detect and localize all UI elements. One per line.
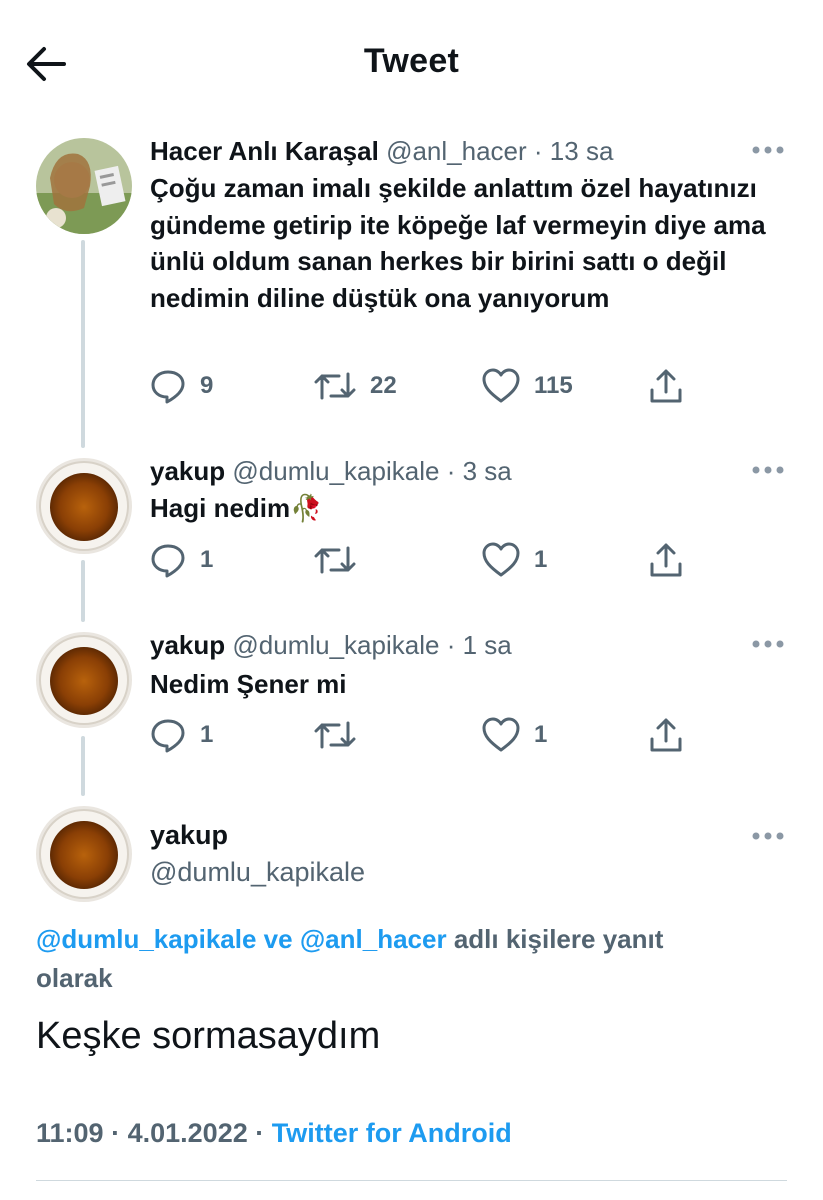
more-icon: [752, 466, 784, 474]
reply-icon: [151, 544, 185, 578]
heart-icon: [482, 542, 520, 577]
avatar[interactable]: [36, 458, 132, 554]
like-button[interactable]: 1: [482, 715, 547, 755]
more-options-button[interactable]: [751, 464, 785, 476]
tweet-text: Nedim Şener mi: [150, 669, 347, 699]
mention-link[interactable]: @dumlu_kapikale: [36, 924, 256, 954]
heart-icon: [482, 717, 520, 752]
author-handle[interactable]: @anl_hacer: [386, 136, 527, 166]
mention-link[interactable]: @anl_hacer: [300, 924, 447, 954]
retweet-button[interactable]: 22: [314, 366, 397, 406]
thread-line: [81, 560, 85, 622]
tweet-header: Hacer Anlı Karaşal @anl_hacer · 13 sa: [150, 136, 613, 167]
more-icon: [752, 832, 784, 840]
share-icon: [650, 369, 682, 403]
share-button[interactable]: [648, 366, 684, 406]
tweet-actions: 1 1: [150, 715, 710, 755]
share-button[interactable]: [648, 715, 684, 755]
more-icon: [752, 146, 784, 154]
like-count: 115: [534, 372, 573, 399]
thread-line: [81, 736, 85, 796]
tweet-time[interactable]: 11:09: [36, 1118, 104, 1148]
reply-button[interactable]: 1: [150, 715, 213, 755]
avatar[interactable]: [36, 806, 132, 902]
tweet-actions: 1 1: [150, 540, 710, 580]
share-icon: [650, 718, 682, 752]
reply-count: 9: [200, 372, 214, 399]
heart-icon: [482, 368, 520, 403]
divider: [36, 1180, 787, 1181]
reply-count: 1: [200, 721, 214, 748]
retweet-icon: [314, 546, 356, 574]
retweet-icon: [314, 372, 356, 400]
top-bar: Tweet: [0, 0, 823, 128]
more-options-button[interactable]: [751, 144, 785, 156]
share-button[interactable]: [648, 540, 684, 580]
reply-icon: [151, 370, 185, 404]
author-name[interactable]: yakup: [150, 820, 228, 851]
separator-dot: ·: [255, 1118, 265, 1148]
more-options-button[interactable]: [751, 638, 785, 650]
replying-to: @dumlu_kapikale ve @anl_hacer adlı kişil…: [36, 920, 736, 998]
avatar[interactable]: [36, 632, 132, 728]
tweet-time[interactable]: 3 sa: [463, 456, 512, 486]
like-count: 1: [534, 721, 548, 748]
retweet-button[interactable]: [314, 540, 370, 580]
tweet-meta: 11:09 · 4.01.2022 · Twitter for Android: [36, 1118, 512, 1149]
author-name[interactable]: Hacer Anlı Karaşal: [150, 136, 379, 166]
tweet-text: Keşke sormasaydım: [36, 1015, 381, 1057]
thread-line: [81, 240, 85, 448]
retweet-count: 22: [370, 372, 397, 399]
tweet-time[interactable]: 1 sa: [463, 630, 512, 660]
retweet-icon: [314, 721, 356, 749]
page-title: Tweet: [363, 42, 460, 80]
separator-dot: ·: [446, 630, 456, 660]
tweet-time[interactable]: 13 sa: [550, 136, 614, 166]
reply-button[interactable]: 1: [150, 540, 213, 580]
reply-connector: ve: [263, 924, 293, 954]
author-handle[interactable]: @dumlu_kapikale: [232, 630, 439, 660]
reply-count: 1: [200, 546, 214, 573]
author-handle[interactable]: @dumlu_kapikale: [150, 857, 365, 888]
reply-icon: [151, 719, 185, 753]
tweet-actions: 9 22 115: [150, 366, 710, 406]
separator-dot: ·: [111, 1118, 121, 1148]
separator-dot: ·: [446, 456, 456, 486]
tweet-text: Çoğu zaman imalı şekilde anlattım özel h…: [150, 173, 766, 313]
tweet-text: Hagi nedim🥀: [150, 493, 323, 523]
tweet-header: yakup @dumlu_kapikale · 3 sa: [150, 456, 512, 487]
retweet-button[interactable]: [314, 715, 370, 755]
more-icon: [752, 640, 784, 648]
share-icon: [650, 543, 682, 577]
tweet-source[interactable]: Twitter for Android: [272, 1118, 512, 1148]
tweet-header: yakup @dumlu_kapikale · 1 sa: [150, 630, 512, 661]
separator-dot: ·: [533, 136, 543, 166]
avatar[interactable]: [36, 138, 132, 234]
tweet-date[interactable]: 4.01.2022: [128, 1118, 248, 1148]
author-name[interactable]: yakup: [150, 630, 225, 660]
author-handle[interactable]: @dumlu_kapikale: [232, 456, 439, 486]
like-button[interactable]: 1: [482, 540, 547, 580]
author-name[interactable]: yakup: [150, 456, 225, 486]
more-options-button[interactable]: [751, 830, 785, 842]
like-button[interactable]: 115: [482, 366, 573, 406]
reply-button[interactable]: 9: [150, 366, 213, 406]
like-count: 1: [534, 546, 548, 573]
